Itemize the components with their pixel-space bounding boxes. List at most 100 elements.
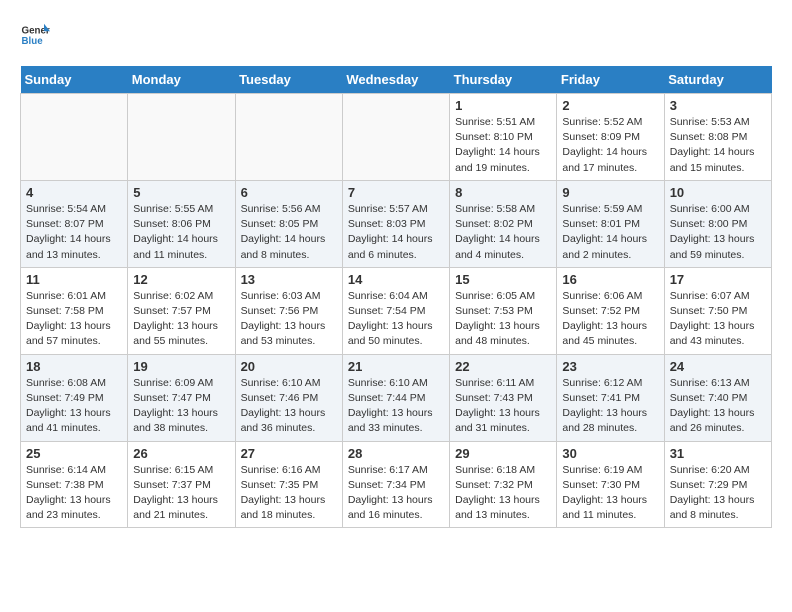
calendar-day-cell: 22 Sunrise: 6:11 AM Sunset: 7:43 PM Dayli… xyxy=(450,354,557,441)
day-info: Sunrise: 6:08 AM Sunset: 7:49 PM Dayligh… xyxy=(26,376,122,437)
day-info: Sunrise: 5:58 AM Sunset: 8:02 PM Dayligh… xyxy=(455,202,551,263)
calendar-day-cell: 15 Sunrise: 6:05 AM Sunset: 7:53 PM Dayli… xyxy=(450,267,557,354)
day-info: Sunrise: 6:04 AM Sunset: 7:54 PM Dayligh… xyxy=(348,289,444,350)
calendar-day-cell xyxy=(342,94,449,181)
day-info: Sunrise: 6:09 AM Sunset: 7:47 PM Dayligh… xyxy=(133,376,229,437)
day-number: 5 xyxy=(133,185,229,200)
day-info: Sunrise: 6:20 AM Sunset: 7:29 PM Dayligh… xyxy=(670,463,766,524)
calendar-day-cell xyxy=(21,94,128,181)
day-number: 3 xyxy=(670,98,766,113)
day-number: 28 xyxy=(348,446,444,461)
day-info: Sunrise: 6:07 AM Sunset: 7:50 PM Dayligh… xyxy=(670,289,766,350)
calendar-day-cell: 6 Sunrise: 5:56 AM Sunset: 8:05 PM Daylig… xyxy=(235,180,342,267)
day-number: 6 xyxy=(241,185,337,200)
calendar-day-cell: 24Sunrise: 6:13 AM Sunset: 7:40 PM Dayli… xyxy=(664,354,771,441)
weekday-header-cell: Wednesday xyxy=(342,66,449,94)
calendar-day-cell: 17 Sunrise: 6:07 AM Sunset: 7:50 PM Dayli… xyxy=(664,267,771,354)
day-info: Sunrise: 5:57 AM Sunset: 8:03 PM Dayligh… xyxy=(348,202,444,263)
calendar-day-cell: 16 Sunrise: 6:06 AM Sunset: 7:52 PM Dayli… xyxy=(557,267,664,354)
day-info: Sunrise: 6:15 AM Sunset: 7:37 PM Dayligh… xyxy=(133,463,229,524)
calendar-day-cell xyxy=(128,94,235,181)
day-info: Sunrise: 6:03 AM Sunset: 7:56 PM Dayligh… xyxy=(241,289,337,350)
day-info: Sunrise: 6:10 AM Sunset: 7:44 PM Dayligh… xyxy=(348,376,444,437)
day-number: 14 xyxy=(348,272,444,287)
calendar-day-cell: 1 Sunrise: 5:51 AM Sunset: 8:10 PM Daylig… xyxy=(450,94,557,181)
day-info: Sunrise: 6:17 AM Sunset: 7:34 PM Dayligh… xyxy=(348,463,444,524)
calendar-day-cell: 5 Sunrise: 5:55 AM Sunset: 8:06 PM Daylig… xyxy=(128,180,235,267)
calendar-day-cell: 30Sunrise: 6:19 AM Sunset: 7:30 PM Dayli… xyxy=(557,441,664,528)
day-info: Sunrise: 6:18 AM Sunset: 7:32 PM Dayligh… xyxy=(455,463,551,524)
day-number: 9 xyxy=(562,185,658,200)
calendar-week-row: 25 Sunrise: 6:14 AM Sunset: 7:38 PM Dayli… xyxy=(21,441,772,528)
day-info: Sunrise: 5:52 AM Sunset: 8:09 PM Dayligh… xyxy=(562,115,658,176)
day-info: Sunrise: 5:51 AM Sunset: 8:10 PM Dayligh… xyxy=(455,115,551,176)
calendar-day-cell: 8 Sunrise: 5:58 AM Sunset: 8:02 PM Daylig… xyxy=(450,180,557,267)
calendar-day-cell: 19 Sunrise: 6:09 AM Sunset: 7:47 PM Dayli… xyxy=(128,354,235,441)
day-info: Sunrise: 6:00 AM Sunset: 8:00 PM Dayligh… xyxy=(670,202,766,263)
calendar-day-cell: 4Sunrise: 5:54 AM Sunset: 8:07 PM Daylig… xyxy=(21,180,128,267)
calendar-day-cell: 25 Sunrise: 6:14 AM Sunset: 7:38 PM Dayli… xyxy=(21,441,128,528)
weekday-header-cell: Saturday xyxy=(664,66,771,94)
day-info: Sunrise: 6:10 AM Sunset: 7:46 PM Dayligh… xyxy=(241,376,337,437)
day-number: 22 xyxy=(455,359,551,374)
day-number: 20 xyxy=(241,359,337,374)
calendar-week-row: 4Sunrise: 5:54 AM Sunset: 8:07 PM Daylig… xyxy=(21,180,772,267)
calendar-day-cell: 2Sunrise: 5:52 AM Sunset: 8:09 PM Daylig… xyxy=(557,94,664,181)
day-number: 7 xyxy=(348,185,444,200)
calendar-week-row: 18 Sunrise: 6:08 AM Sunset: 7:49 PM Dayli… xyxy=(21,354,772,441)
calendar-week-row: 11 Sunrise: 6:01 AM Sunset: 7:58 PM Dayli… xyxy=(21,267,772,354)
weekday-header-cell: Tuesday xyxy=(235,66,342,94)
day-number: 18 xyxy=(26,359,122,374)
calendar-day-cell: 11 Sunrise: 6:01 AM Sunset: 7:58 PM Dayli… xyxy=(21,267,128,354)
day-info: Sunrise: 5:56 AM Sunset: 8:05 PM Dayligh… xyxy=(241,202,337,263)
day-info: Sunrise: 6:14 AM Sunset: 7:38 PM Dayligh… xyxy=(26,463,122,524)
logo-icon: General Blue xyxy=(20,20,50,50)
day-info: Sunrise: 5:53 AM Sunset: 8:08 PM Dayligh… xyxy=(670,115,766,176)
calendar-day-cell xyxy=(235,94,342,181)
day-info: Sunrise: 6:01 AM Sunset: 7:58 PM Dayligh… xyxy=(26,289,122,350)
calendar-day-cell: 27 Sunrise: 6:16 AM Sunset: 7:35 PM Dayli… xyxy=(235,441,342,528)
day-info: Sunrise: 6:11 AM Sunset: 7:43 PM Dayligh… xyxy=(455,376,551,437)
day-number: 26 xyxy=(133,446,229,461)
day-number: 15 xyxy=(455,272,551,287)
page-header: General Blue xyxy=(20,20,772,50)
day-number: 12 xyxy=(133,272,229,287)
day-number: 27 xyxy=(241,446,337,461)
calendar-day-cell: 31 Sunrise: 6:20 AM Sunset: 7:29 PM Dayli… xyxy=(664,441,771,528)
day-info: Sunrise: 6:16 AM Sunset: 7:35 PM Dayligh… xyxy=(241,463,337,524)
calendar-day-cell: 20 Sunrise: 6:10 AM Sunset: 7:46 PM Dayli… xyxy=(235,354,342,441)
day-number: 16 xyxy=(562,272,658,287)
weekday-header-row: SundayMondayTuesdayWednesdayThursdayFrid… xyxy=(21,66,772,94)
weekday-header-cell: Friday xyxy=(557,66,664,94)
calendar-day-cell: 12 Sunrise: 6:02 AM Sunset: 7:57 PM Dayli… xyxy=(128,267,235,354)
day-info: Sunrise: 6:13 AM Sunset: 7:40 PM Dayligh… xyxy=(670,376,766,437)
day-number: 10 xyxy=(670,185,766,200)
day-number: 21 xyxy=(348,359,444,374)
day-number: 23 xyxy=(562,359,658,374)
weekday-header-cell: Sunday xyxy=(21,66,128,94)
day-info: Sunrise: 6:06 AM Sunset: 7:52 PM Dayligh… xyxy=(562,289,658,350)
calendar-table: SundayMondayTuesdayWednesdayThursdayFrid… xyxy=(20,66,772,528)
calendar-day-cell: 13 Sunrise: 6:03 AM Sunset: 7:56 PM Dayli… xyxy=(235,267,342,354)
weekday-header-cell: Monday xyxy=(128,66,235,94)
weekday-header-cell: Thursday xyxy=(450,66,557,94)
day-info: Sunrise: 5:55 AM Sunset: 8:06 PM Dayligh… xyxy=(133,202,229,263)
day-number: 13 xyxy=(241,272,337,287)
calendar-day-cell: 23Sunrise: 6:12 AM Sunset: 7:41 PM Dayli… xyxy=(557,354,664,441)
logo: General Blue xyxy=(20,20,56,50)
day-number: 1 xyxy=(455,98,551,113)
day-number: 8 xyxy=(455,185,551,200)
calendar-day-cell: 9 Sunrise: 5:59 AM Sunset: 8:01 PM Daylig… xyxy=(557,180,664,267)
svg-text:Blue: Blue xyxy=(22,36,44,47)
day-info: Sunrise: 6:19 AM Sunset: 7:30 PM Dayligh… xyxy=(562,463,658,524)
day-info: Sunrise: 6:05 AM Sunset: 7:53 PM Dayligh… xyxy=(455,289,551,350)
day-number: 11 xyxy=(26,272,122,287)
day-number: 25 xyxy=(26,446,122,461)
day-number: 19 xyxy=(133,359,229,374)
calendar-day-cell: 14 Sunrise: 6:04 AM Sunset: 7:54 PM Dayli… xyxy=(342,267,449,354)
day-info: Sunrise: 6:02 AM Sunset: 7:57 PM Dayligh… xyxy=(133,289,229,350)
calendar-day-cell: 3 Sunrise: 5:53 AM Sunset: 8:08 PM Daylig… xyxy=(664,94,771,181)
day-number: 17 xyxy=(670,272,766,287)
day-info: Sunrise: 5:59 AM Sunset: 8:01 PM Dayligh… xyxy=(562,202,658,263)
day-number: 31 xyxy=(670,446,766,461)
